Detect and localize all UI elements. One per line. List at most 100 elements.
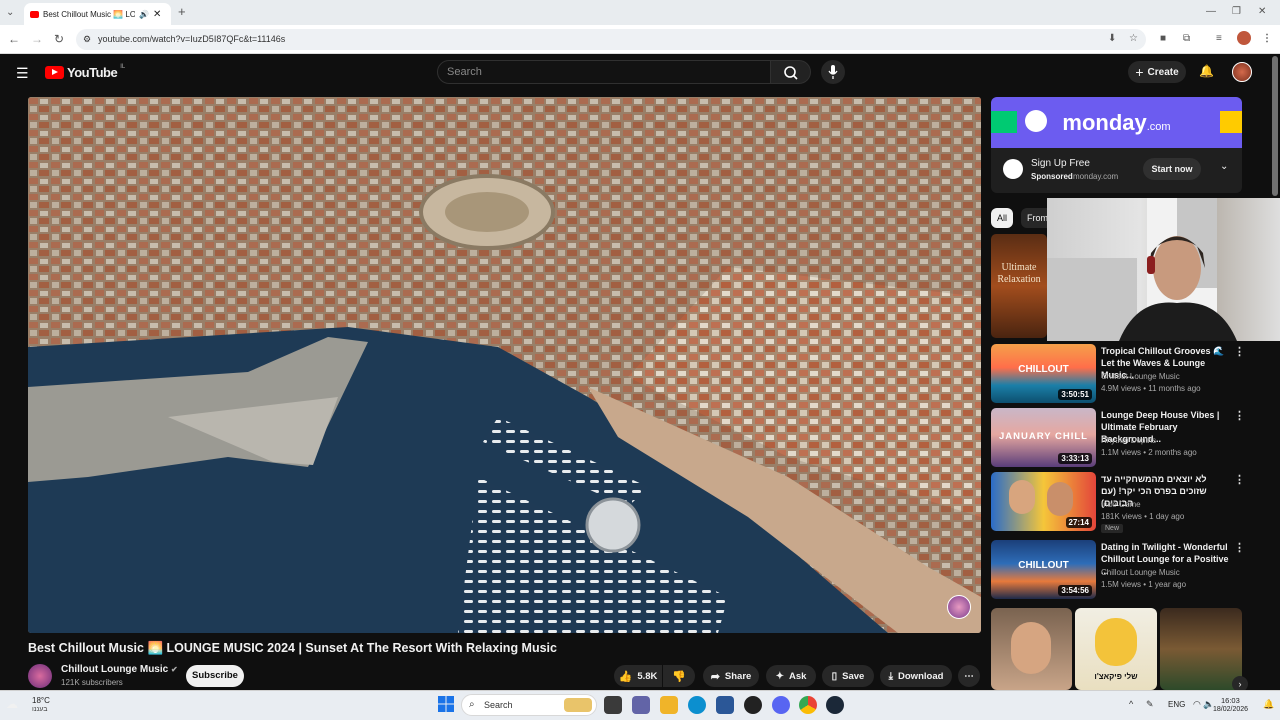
short-character: [1095, 618, 1137, 666]
create-button[interactable]: + Create: [1128, 61, 1186, 83]
media-control-icon[interactable]: ≡: [1216, 33, 1222, 45]
windows-start-icon[interactable]: [438, 696, 454, 712]
file-explorer-icon[interactable]: [660, 696, 678, 714]
search-button[interactable]: [771, 60, 811, 84]
youtube-logo[interactable]: YouTube IL: [45, 64, 125, 80]
tab-list-icon[interactable]: ⌄: [6, 7, 14, 19]
store-icon[interactable]: [716, 696, 734, 714]
recommendation-meta: 4.9M views • 11 months ago: [1101, 384, 1201, 393]
search-icon: ⌕: [469, 699, 475, 710]
pen-icon[interactable]: ✎: [1146, 699, 1154, 710]
browser-tab-bar: ⌄ Best Chillout Music 🌅 LOU 🔊 ✕ + — ❐ ✕: [0, 0, 1280, 25]
volume-icon[interactable]: 🔈: [1203, 699, 1214, 710]
clock-time[interactable]: 16:03: [1221, 696, 1240, 705]
ad-banner[interactable]: monday.com: [991, 97, 1242, 148]
weather-temp[interactable]: 18°C: [32, 696, 50, 705]
language-indicator[interactable]: ENG: [1168, 700, 1185, 709]
save-button[interactable]: ▯ Save: [822, 665, 874, 687]
channel-avatar[interactable]: [28, 664, 52, 688]
extension-icon[interactable]: ■: [1160, 33, 1166, 45]
minimize-icon[interactable]: —: [1206, 6, 1216, 18]
chrome-icon[interactable]: [799, 696, 817, 714]
discord-icon[interactable]: [772, 696, 790, 714]
recommendation-meta: 1.5M views • 1 year ago: [1101, 580, 1187, 589]
recommendation-thumbnail[interactable]: CHILLOUT 3:54:56: [991, 540, 1096, 599]
tab-close-icon[interactable]: ✕: [153, 9, 161, 20]
recommendation-thumbnail[interactable]: JANUARY CHILL 3:33:13: [991, 408, 1096, 467]
like-button[interactable]: 👍 5.8K: [614, 665, 662, 687]
browser-tab[interactable]: Best Chillout Music 🌅 LOU 🔊 ✕: [24, 3, 171, 25]
more-options-icon[interactable]: ⋮: [1234, 541, 1245, 554]
ad-expand-chevron-icon[interactable]: ⌄: [1220, 161, 1228, 172]
maximize-icon[interactable]: ❐: [1232, 6, 1241, 18]
extensions-puzzle-icon[interactable]: ⧉: [1183, 33, 1190, 45]
share-button[interactable]: ➦ Share: [703, 665, 759, 687]
dislike-button[interactable]: 👎: [663, 665, 695, 687]
recommendation-thumbnail[interactable]: Ultimate Relaxation: [991, 234, 1047, 338]
forward-icon[interactable]: →: [31, 33, 43, 45]
bookmark-star-icon[interactable]: ☆: [1129, 33, 1138, 45]
more-actions-button[interactable]: ⋯: [958, 665, 980, 687]
reload-icon[interactable]: ↻: [54, 33, 64, 45]
thumbs-up-icon: 👍: [618, 670, 633, 683]
notification-center-icon[interactable]: 🔔: [1263, 699, 1274, 710]
search-icon: [784, 66, 798, 80]
short-thumbnail[interactable]: [991, 608, 1072, 690]
verified-badge-icon: ✔: [171, 665, 178, 674]
wifi-icon[interactable]: ◠: [1193, 699, 1201, 710]
recommendation-thumbnail[interactable]: CHILLOUT 3:50:51: [991, 344, 1096, 403]
short-thumbnail[interactable]: שלי פיקאצ'ו: [1075, 608, 1157, 690]
video-frame-aerial-harbor: [28, 97, 981, 633]
site-info-icon[interactable]: ⚙: [83, 29, 91, 50]
install-app-icon[interactable]: ⬇: [1108, 33, 1116, 45]
recommendation-channel[interactable]: Rhythm Depths: [1101, 435, 1156, 447]
app-icon[interactable]: [744, 696, 762, 714]
edge-icon[interactable]: [688, 696, 706, 714]
audio-playing-icon[interactable]: 🔊: [139, 10, 149, 19]
clock-date[interactable]: 18/02/2026: [1213, 706, 1248, 713]
duration-badge: 27:14: [1065, 517, 1092, 528]
recommendation-thumbnail[interactable]: 27:14: [991, 472, 1096, 531]
tab-title: Best Chillout Music 🌅 LOU: [43, 9, 135, 19]
sponsored-ad-card[interactable]: monday.com Sign Up Free Sponsored monday…: [991, 97, 1242, 193]
account-avatar[interactable]: [1232, 62, 1252, 82]
plus-icon: +: [1135, 64, 1144, 80]
subscriber-count: 121K subscribers: [61, 678, 123, 687]
address-bar[interactable]: ⚙ youtube.com/watch?v=IuzD5I87QFc&t=1114…: [76, 29, 1146, 50]
more-options-icon[interactable]: ⋮: [1234, 409, 1245, 422]
channel-name-row[interactable]: Chillout Lounge Music ✔: [61, 664, 178, 675]
duration-badge: 3:54:56: [1058, 585, 1092, 596]
ask-button[interactable]: ✦ Ask: [766, 665, 816, 687]
page-scrollbar[interactable]: [1272, 56, 1278, 196]
recommendation-channel[interactable]: Chillout Lounge Music: [1101, 371, 1180, 383]
profile-avatar[interactable]: [1237, 31, 1251, 45]
chip-all[interactable]: All: [991, 208, 1014, 228]
start-now-button[interactable]: Start now: [1143, 158, 1201, 180]
video-title: Best Chillout Music 🌅 LOUNGE MUSIC 2024 …: [28, 641, 557, 655]
notifications-bell-icon[interactable]: 🔔: [1199, 64, 1214, 78]
search-input[interactable]: Search: [437, 60, 771, 84]
taskbar-search[interactable]: ⌕ Search: [461, 694, 597, 716]
browser-menu-icon[interactable]: ⋮: [1262, 33, 1272, 45]
new-tab-icon[interactable]: +: [178, 5, 186, 18]
steam-icon[interactable]: [826, 696, 844, 714]
task-view-icon[interactable]: [604, 696, 622, 714]
more-options-icon[interactable]: ⋮: [1234, 473, 1245, 486]
short-thumbnail[interactable]: [1160, 608, 1242, 690]
channel-watermark-icon[interactable]: [947, 595, 971, 619]
subscribe-button[interactable]: Subscribe: [186, 665, 244, 687]
more-options-icon[interactable]: ⋮: [1234, 345, 1245, 358]
video-player[interactable]: [28, 97, 981, 633]
hamburger-menu-icon[interactable]: ☰: [16, 65, 29, 82]
new-badge: New: [1101, 524, 1124, 533]
share-label: Share: [724, 670, 752, 682]
voice-search-button[interactable]: [821, 60, 845, 84]
tray-expand-icon[interactable]: ^: [1129, 699, 1133, 709]
teams-icon[interactable]: [632, 696, 650, 714]
back-icon[interactable]: ←: [8, 33, 20, 45]
download-label: Download: [898, 670, 944, 682]
recommendation-channel[interactable]: Inde Game: [1101, 499, 1141, 511]
recommendation-channel[interactable]: Chillout Lounge Music: [1101, 567, 1180, 579]
download-button[interactable]: ⤓ Download: [880, 665, 952, 687]
window-close-icon[interactable]: ✕: [1258, 6, 1266, 18]
